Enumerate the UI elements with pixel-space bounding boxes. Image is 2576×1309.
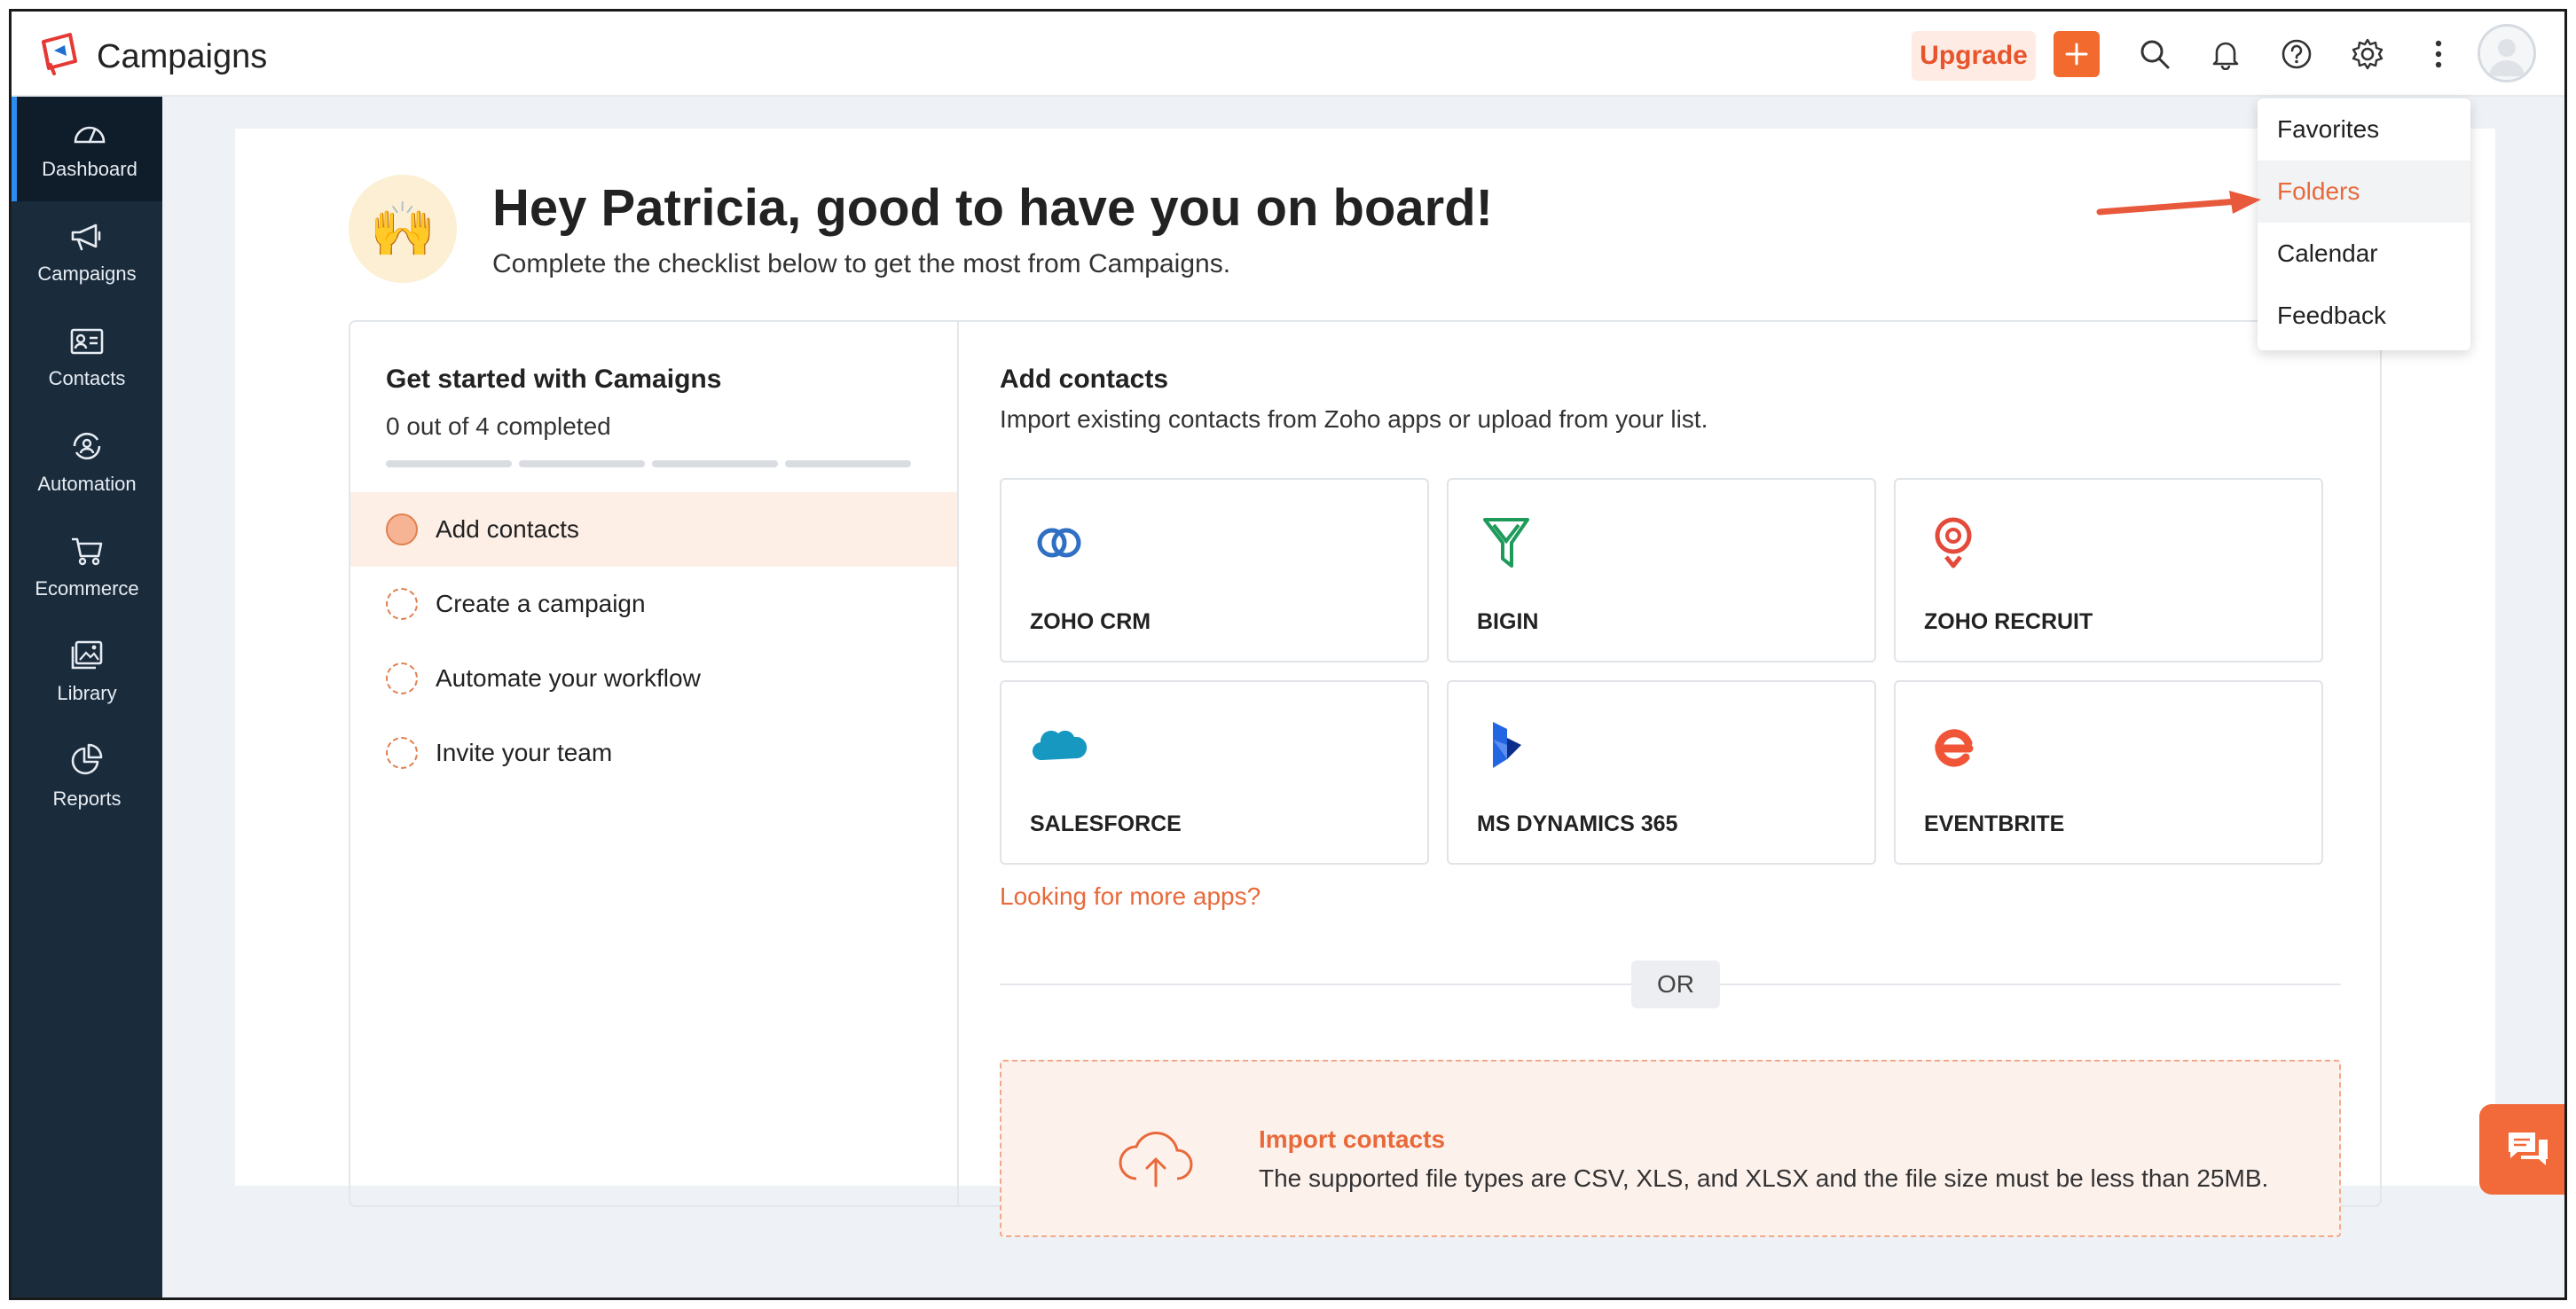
step-label: Add contacts (436, 515, 579, 543)
dashboard-icon (74, 126, 106, 144)
bigin-logo-icon (1475, 512, 1537, 574)
more-options-menu: Favorites Folders Calendar Feedback (2258, 98, 2470, 350)
salesforce-logo-icon (1028, 714, 1090, 776)
upgrade-button[interactable]: Upgrade (1912, 31, 2036, 81)
import-contacts-description: The supported file types are CSV, XLS, a… (1259, 1164, 2269, 1192)
sidebar-item-contacts[interactable]: Contacts (12, 306, 162, 411)
step-status-icon (386, 513, 418, 545)
sidebar-item-dashboard[interactable]: Dashboard (12, 97, 162, 201)
app-name: ZOHO CRM (1030, 609, 1151, 634)
sidebar: Dashboard Campaigns Contacts Automation … (12, 97, 162, 1297)
top-bar: Campaigns Upgrade (12, 12, 2564, 97)
contact-card-icon (70, 328, 104, 355)
app-card-bigin[interactable]: BIGIN (1447, 478, 1876, 662)
zoho-recruit-logo-icon (1922, 512, 1984, 574)
progress-segment (785, 460, 911, 467)
checklist-step-automate-workflow[interactable]: Automate your workflow (350, 641, 957, 716)
step-label: Invite your team (436, 739, 613, 766)
sidebar-item-label: Contacts (48, 367, 126, 389)
campaigns-logo-icon[interactable] (36, 29, 86, 79)
more-vertical-icon (2435, 40, 2442, 68)
step-label: Create a campaign (436, 590, 646, 617)
add-contacts-title: Add contacts (1000, 364, 1169, 394)
sidebar-item-automation[interactable]: Automation (12, 411, 162, 515)
app-card-zoho-crm[interactable]: ZOHO CRM (1000, 478, 1429, 662)
app-card-eventbrite[interactable]: EVENTBRITE (1894, 680, 2323, 865)
sidebar-item-label: Automation (37, 473, 137, 495)
sidebar-item-label: Ecommerce (35, 577, 139, 600)
chat-support-button[interactable] (2479, 1104, 2564, 1195)
more-apps-link[interactable]: Looking for more apps? (1000, 882, 1261, 911)
gear-icon (2352, 38, 2384, 70)
app-name: BIGIN (1477, 609, 1539, 634)
sidebar-item-library[interactable]: Library (12, 620, 162, 725)
user-icon (2489, 39, 2525, 76)
progress-segment (386, 460, 512, 467)
add-contacts-subtitle: Import existing contacts from Zoho apps … (1000, 405, 1708, 433)
app-name: EVENTBRITE (1924, 811, 2065, 836)
menu-item-folders[interactable]: Folders (2258, 161, 2470, 223)
menu-item-calendar[interactable]: Calendar (2258, 223, 2470, 285)
sidebar-item-label: Library (57, 682, 117, 704)
welcome-title: Hey Patricia, good to have you on board! (492, 179, 1493, 237)
create-new-button[interactable] (2054, 31, 2100, 77)
ms-dynamics-logo-icon (1475, 714, 1537, 776)
cloud-upload-icon (1119, 1132, 1193, 1188)
bell-icon (2212, 42, 2239, 70)
help-icon (2281, 39, 2312, 69)
pointer-arrow-icon (2096, 191, 2261, 216)
app-card-zoho-recruit[interactable]: ZOHO RECRUIT (1894, 478, 2323, 662)
sidebar-item-campaigns[interactable]: Campaigns (12, 201, 162, 306)
user-avatar[interactable] (2478, 24, 2536, 82)
import-contacts-title: Import contacts (1259, 1125, 1446, 1153)
zoho-crm-logo-icon (1028, 512, 1090, 574)
checklist-title: Get started with Camaigns (386, 364, 722, 394)
app-title: Campaigns (97, 38, 268, 75)
step-status-icon (386, 737, 418, 769)
app-name: MS DYNAMICS 365 (1477, 811, 1678, 836)
settings-button[interactable] (2348, 35, 2387, 74)
import-contacts-dropzone[interactable]: Import contacts The supported file types… (1000, 1060, 2341, 1237)
notifications-button[interactable] (2206, 35, 2245, 74)
search-icon (2140, 40, 2170, 69)
app-name: ZOHO RECRUIT (1924, 609, 2093, 634)
menu-item-favorites[interactable]: Favorites (2258, 98, 2470, 161)
welcome-emoji: 🙌 (349, 175, 457, 283)
app-card-salesforce[interactable]: SALESFORCE (1000, 680, 1429, 865)
library-icon (71, 640, 103, 670)
automation-icon (73, 432, 101, 460)
checklist-step-create-campaign[interactable]: Create a campaign (350, 567, 957, 641)
onboarding-checklist: Get started with Camaigns 0 out of 4 com… (349, 320, 2382, 1237)
sidebar-item-reports[interactable]: Reports (12, 725, 162, 829)
app-name: SALESFORCE (1030, 811, 1182, 836)
help-button[interactable] (2277, 35, 2316, 74)
search-button[interactable] (2135, 35, 2174, 74)
sidebar-item-label: Campaigns (37, 263, 137, 285)
checklist-steps-pane: Get started with Camaigns 0 out of 4 com… (350, 322, 959, 1205)
checklist-step-add-contacts[interactable]: Add contacts (350, 492, 957, 567)
cart-icon (72, 537, 103, 566)
checklist-step-invite-team[interactable]: Invite your team (350, 716, 957, 790)
pie-chart-icon (71, 743, 103, 775)
eventbrite-logo-icon (1922, 714, 1984, 776)
app-window: Campaigns Upgrade Dashboard Campaigns Co… (9, 9, 2567, 1300)
or-separator: OR (1631, 960, 1720, 1008)
step-label: Automate your workflow (436, 664, 701, 692)
megaphone-icon (71, 223, 101, 251)
progress-segment (519, 460, 645, 467)
menu-item-feedback[interactable]: Feedback (2258, 285, 2470, 347)
sidebar-item-label: Dashboard (42, 158, 137, 180)
step-status-icon (386, 588, 418, 620)
welcome-subtitle: Complete the checklist below to get the … (492, 249, 1231, 278)
dashboard-content: 🙌 Hey Patricia, good to have you on boar… (235, 129, 2495, 1237)
more-options-button[interactable] (2419, 35, 2458, 74)
sidebar-item-label: Reports (52, 788, 122, 810)
progress-segment (652, 460, 778, 467)
app-card-ms-dynamics[interactable]: MS DYNAMICS 365 (1447, 680, 1876, 865)
sidebar-item-ecommerce[interactable]: Ecommerce (12, 515, 162, 620)
plus-icon (2065, 43, 2088, 66)
step-status-icon (386, 662, 418, 694)
chat-icon (2509, 1133, 2548, 1165)
checklist-progress-text: 0 out of 4 completed (386, 412, 611, 440)
